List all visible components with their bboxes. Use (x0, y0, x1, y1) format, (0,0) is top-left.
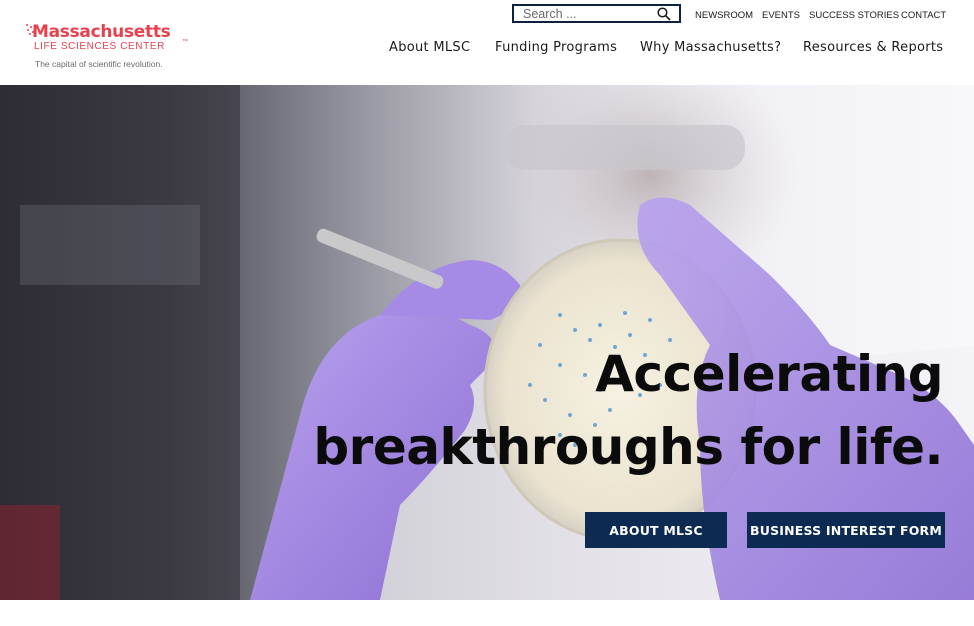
logo-subtitle: LIFE SCIENCES CENTER (34, 41, 165, 52)
nav-item-about-mlsc[interactable]: About MLSC (389, 40, 470, 55)
search-input[interactable] (514, 6, 663, 21)
site-header: Massachusetts LIFE SCIENCES CENTER ™ The… (0, 0, 974, 85)
utility-link-success-stories[interactable]: SUCCESS STORIES (809, 10, 899, 21)
mlsc-logo[interactable]: Massachusetts LIFE SCIENCES CENTER ™ The… (26, 22, 196, 74)
utility-link-events[interactable]: EVENTS (762, 10, 800, 21)
logo-wordmark: Massachusetts (32, 22, 171, 42)
about-mlsc-button[interactable]: ABOUT MLSC (585, 512, 727, 548)
nav-item-resources-reports[interactable]: Resources & Reports (803, 40, 943, 55)
nav-item-why-massachusetts[interactable]: Why Massachusetts? (640, 40, 781, 55)
hero-headline-line-2: breakthroughs for life. (313, 418, 943, 476)
logo-trademark-mark: ™ (182, 39, 188, 45)
search-box (512, 4, 681, 23)
hero-banner: Accelerating breakthroughs for life. ABO… (0, 85, 974, 600)
hero-headline-line-1: Accelerating (595, 345, 943, 403)
business-interest-form-button[interactable]: BUSINESS INTEREST FORM (747, 512, 945, 548)
logo-tagline: The capital of scientific revolution. (35, 59, 163, 69)
utility-link-contact[interactable]: CONTACT (901, 10, 946, 21)
utility-link-newsroom[interactable]: NEWSROOM (695, 10, 753, 21)
search-icon[interactable] (657, 7, 671, 21)
nav-item-funding-programs[interactable]: Funding Programs (495, 40, 617, 55)
